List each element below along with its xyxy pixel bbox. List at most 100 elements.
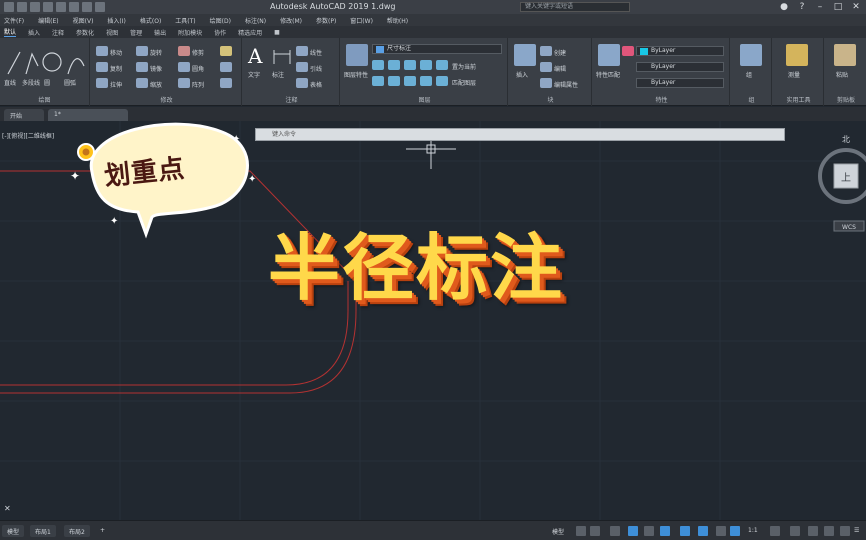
paste-icon[interactable]: [834, 44, 856, 66]
dimension-tool-icon[interactable]: [272, 46, 292, 66]
object-snap-tracking-icon[interactable]: [660, 526, 670, 536]
isolate-objects-icon[interactable]: [824, 526, 834, 536]
layer-tool-icon-7[interactable]: [404, 76, 416, 86]
insert-block-icon[interactable]: [514, 44, 536, 66]
viewport-controls-label[interactable]: [-][俯视][二维线框]: [2, 131, 54, 140]
stretch-icon[interactable]: [96, 78, 108, 88]
help-search-input[interactable]: 键入关键字或短语: [520, 2, 630, 12]
annotation-monitor-icon[interactable]: [790, 526, 800, 536]
lineweight-dropdown[interactable]: ByLayer: [636, 78, 724, 88]
redo-icon[interactable]: [95, 2, 105, 12]
rotate-label[interactable]: 旋转: [150, 48, 162, 57]
tab-view[interactable]: 视图: [106, 28, 118, 37]
scale-label[interactable]: 缩放: [150, 80, 162, 89]
layout-tab-layout2[interactable]: 布局2: [64, 525, 90, 537]
rotate-icon[interactable]: [136, 46, 148, 56]
tab-manage[interactable]: 管理: [130, 28, 142, 37]
units-icon[interactable]: [808, 526, 818, 536]
menu-item-help[interactable]: 帮助(H): [387, 16, 408, 25]
move-label[interactable]: 移动: [110, 48, 122, 57]
minimize-icon[interactable]: –: [814, 1, 826, 13]
linear-dim-label[interactable]: 线性: [310, 48, 322, 57]
panel-clipboard-label[interactable]: 剪贴板: [826, 95, 866, 104]
save-icon[interactable]: [43, 2, 53, 12]
print-icon[interactable]: [69, 2, 79, 12]
open-file-icon[interactable]: [30, 2, 40, 12]
panel-block-label[interactable]: 块: [510, 95, 591, 104]
menu-item-modify[interactable]: 修改(M): [280, 16, 302, 25]
customize-menu-icon[interactable]: ☰: [854, 527, 859, 534]
layer-tool-icon[interactable]: [372, 60, 384, 70]
menu-item-parametric[interactable]: 参数(P): [316, 16, 336, 25]
panel-annotation-label[interactable]: 注释: [244, 95, 339, 104]
panel-modify-label[interactable]: 修改: [92, 95, 241, 104]
tab-insert[interactable]: 插入: [28, 28, 40, 37]
measure-icon[interactable]: [786, 44, 808, 66]
create-block-icon[interactable]: [540, 46, 552, 56]
color-dropdown[interactable]: ByLayer: [636, 46, 724, 56]
stretch-label[interactable]: 拉伸: [110, 80, 122, 89]
match-properties-label[interactable]: 特性匹配: [596, 70, 620, 79]
copy-label[interactable]: 复制: [110, 64, 122, 73]
ortho-icon[interactable]: [610, 526, 620, 536]
scale-readout[interactable]: 1:1: [748, 527, 758, 534]
menu-item-edit[interactable]: 编辑(E): [38, 16, 58, 25]
transparency-icon[interactable]: [716, 526, 726, 536]
layer-dropdown[interactable]: 尺寸标注: [372, 44, 502, 54]
app-menu-icon[interactable]: [4, 2, 14, 12]
offset-icon[interactable]: [220, 78, 232, 88]
user-icon[interactable]: ●: [778, 1, 790, 13]
layer-tool-icon-3[interactable]: [404, 60, 416, 70]
panel-groups-label[interactable]: 组: [732, 95, 771, 104]
command-line-input[interactable]: 键入命令: [255, 128, 785, 141]
layer-tool-icon-8[interactable]: [420, 76, 432, 86]
move-icon[interactable]: [96, 46, 108, 56]
draw-polyline-label[interactable]: 多段线: [22, 78, 40, 87]
undo-icon[interactable]: [82, 2, 92, 12]
menu-item-view[interactable]: 视图(V): [73, 16, 94, 25]
match-layer-label[interactable]: 匹配图层: [452, 78, 476, 87]
leader-label[interactable]: 引线: [310, 64, 322, 73]
array-label[interactable]: 阵列: [192, 80, 204, 89]
help-icon[interactable]: ?: [796, 1, 808, 13]
grid-icon[interactable]: [576, 526, 586, 536]
clean-screen-icon[interactable]: [840, 526, 850, 536]
fillet-icon[interactable]: [178, 62, 190, 72]
leader-icon[interactable]: [296, 62, 308, 72]
erase-icon[interactable]: [220, 46, 232, 56]
tab-addins[interactable]: 附加模块: [178, 28, 202, 37]
explode-icon[interactable]: [220, 62, 232, 72]
dimension-tool-label[interactable]: 标注: [272, 70, 284, 79]
layer-tool-icon-2[interactable]: [388, 60, 400, 70]
menu-item-file[interactable]: 文件(F): [4, 16, 24, 25]
tab-collaborate[interactable]: 协作: [214, 28, 226, 37]
annotation-scale-icon[interactable]: [730, 526, 740, 536]
edit-block-icon[interactable]: [540, 62, 552, 72]
edit-attributes-icon[interactable]: [540, 78, 552, 88]
model-space-toggle[interactable]: 模型: [552, 527, 564, 536]
panel-utilities-label[interactable]: 实用工具: [774, 95, 823, 104]
color-wheel-icon[interactable]: [622, 46, 634, 56]
match-properties-icon[interactable]: [598, 44, 620, 66]
edit-block-label[interactable]: 编辑: [554, 64, 566, 73]
layer-tool-icon-4[interactable]: [420, 60, 432, 70]
panel-draw-label[interactable]: 绘图: [0, 95, 89, 104]
workspace-gear-icon[interactable]: [770, 526, 780, 536]
trim-label[interactable]: 修剪: [192, 48, 204, 57]
ribbon-toggle-icon[interactable]: ■: [274, 29, 280, 36]
menu-item-window[interactable]: 窗口(W): [350, 16, 373, 25]
view-cube[interactable]: 北 上 WCS: [818, 135, 866, 232]
object-snap-icon[interactable]: [680, 526, 690, 536]
menu-item-dimension[interactable]: 标注(N): [245, 16, 266, 25]
linetype-dropdown[interactable]: ByLayer: [636, 62, 724, 72]
tab-home[interactable]: 默认: [4, 27, 17, 37]
mirror-label[interactable]: 镜像: [150, 64, 162, 73]
copy-icon[interactable]: [96, 62, 108, 72]
set-current-layer-icon[interactable]: [436, 60, 448, 70]
menu-item-draw[interactable]: 绘图(D): [210, 16, 231, 25]
viewcube-north-label[interactable]: 北: [842, 135, 850, 144]
tab-parametric[interactable]: 参数化: [76, 28, 94, 37]
file-tab-start[interactable]: 开始: [4, 109, 44, 121]
polar-icon[interactable]: [628, 526, 638, 536]
new-file-icon[interactable]: [17, 2, 27, 12]
